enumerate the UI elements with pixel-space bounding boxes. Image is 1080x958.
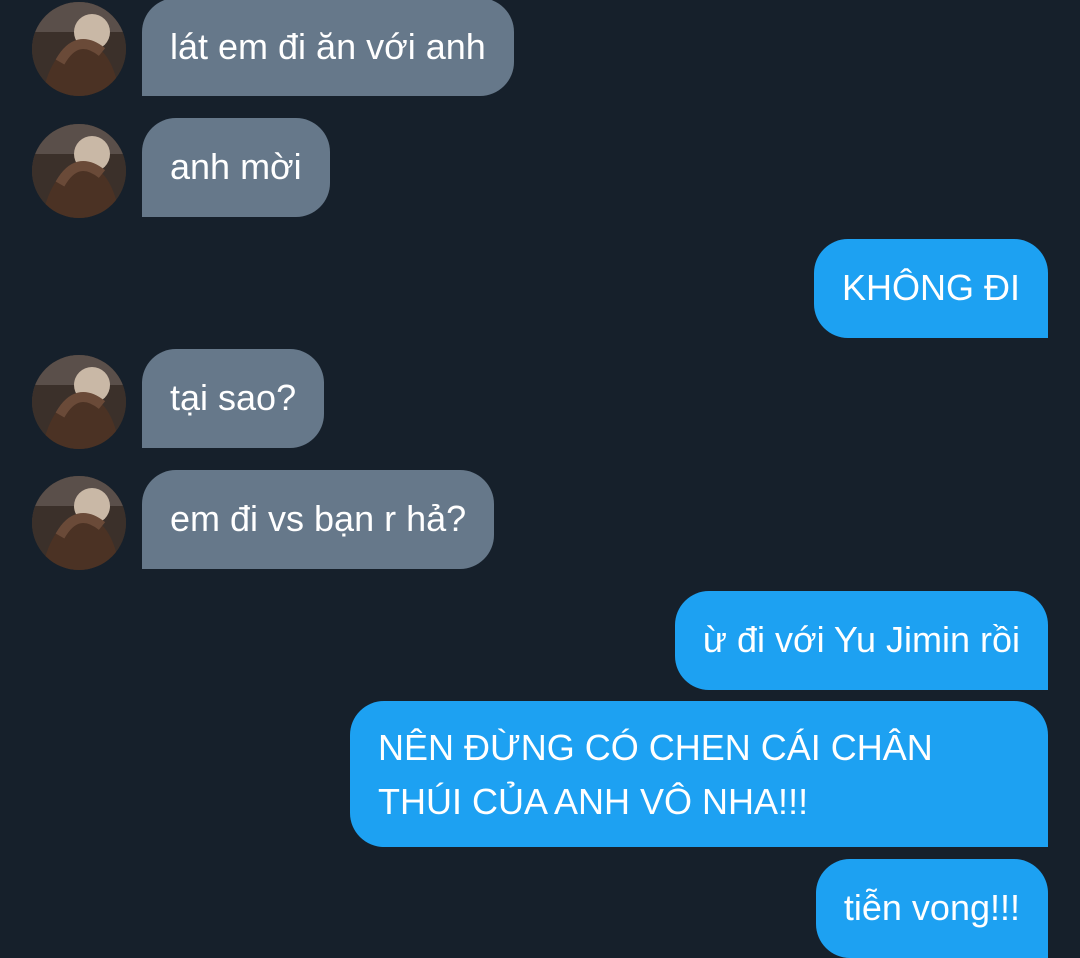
message-text-line-2: THÚI CỦA ANH VÔ NHA!!! xyxy=(378,781,809,822)
sender-avatar[interactable] xyxy=(32,476,126,570)
message-text: em đi vs bạn r hả? xyxy=(170,498,467,539)
avatar-photo-icon xyxy=(32,355,126,449)
avatar-photo-icon xyxy=(32,476,126,570)
sender-avatar[interactable] xyxy=(32,2,126,96)
message-text: ừ đi với Yu Jimin rồi xyxy=(702,619,1020,660)
outgoing-message[interactable]: NÊN ĐỪNG CÓ CHEN CÁI CHÂN THÚI CỦA ANH V… xyxy=(350,701,1048,847)
message-text: tiễn vong!!! xyxy=(843,887,1020,928)
message-text: anh mời xyxy=(170,146,302,187)
incoming-message[interactable]: anh mời xyxy=(142,118,330,217)
message-text: tại sao? xyxy=(170,377,297,418)
avatar-photo-icon xyxy=(32,124,126,218)
sender-avatar[interactable] xyxy=(32,355,126,449)
incoming-message[interactable]: tại sao? xyxy=(142,349,325,448)
outgoing-message[interactable]: KHÔNG ĐI xyxy=(813,239,1048,338)
avatar-photo-icon xyxy=(32,2,126,96)
sender-avatar[interactable] xyxy=(32,124,126,218)
incoming-message[interactable]: lát em đi ăn với anh xyxy=(142,0,514,96)
outgoing-message[interactable]: tiễn vong!!! xyxy=(815,859,1048,958)
message-text: lát em đi ăn với anh xyxy=(170,26,486,67)
outgoing-message[interactable]: ừ đi với Yu Jimin rồi xyxy=(674,591,1048,690)
message-text: KHÔNG ĐI xyxy=(841,267,1020,308)
message-text-line-1: NÊN ĐỪNG CÓ CHEN CÁI CHÂN xyxy=(378,727,933,768)
incoming-message[interactable]: em đi vs bạn r hả? xyxy=(142,470,495,569)
